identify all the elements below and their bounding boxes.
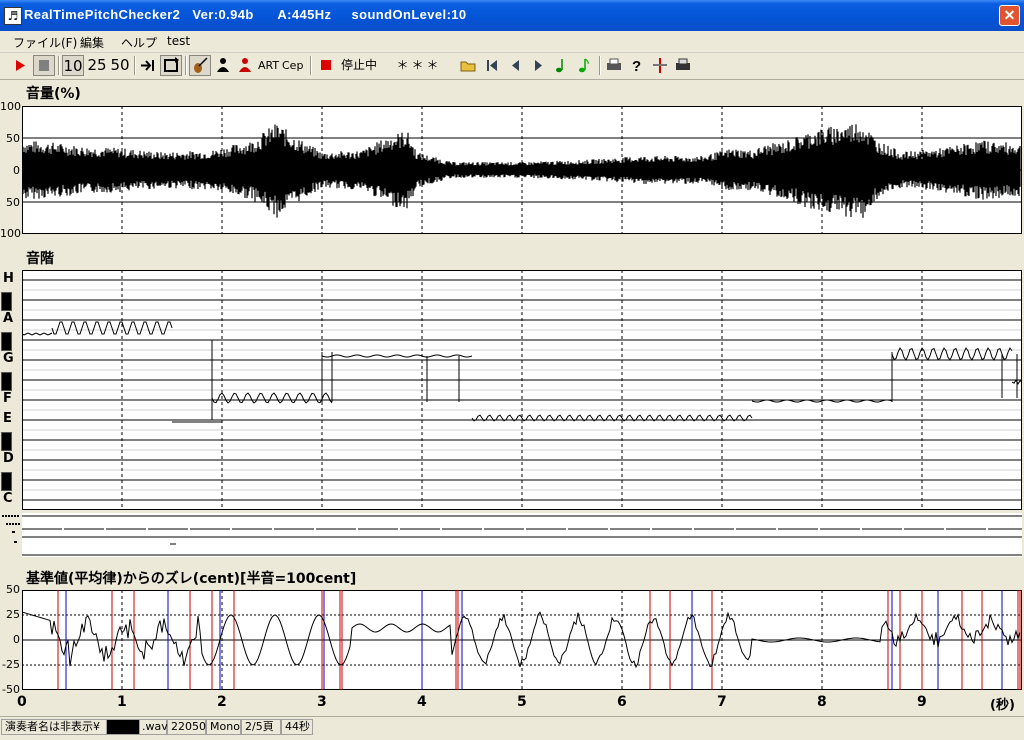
stop-icon[interactable] bbox=[33, 55, 55, 76]
time-tick-2: 2 bbox=[217, 694, 227, 710]
time-tick-6: 6 bbox=[617, 694, 627, 710]
art-button[interactable]: ART bbox=[258, 55, 279, 76]
black-key bbox=[1, 372, 12, 391]
note-label-c: C bbox=[3, 491, 13, 506]
note2-icon[interactable] bbox=[574, 55, 594, 76]
time-tick-4: 4 bbox=[417, 694, 427, 710]
skip-end-icon[interactable] bbox=[138, 55, 158, 76]
menu-edit[interactable]: 編集 bbox=[80, 34, 104, 51]
page-indicator: 2/5頁 bbox=[241, 719, 281, 735]
window-title: RealTimePitchChecker2 Ver:0.94b A:445Hz … bbox=[24, 7, 467, 22]
play-icon[interactable] bbox=[10, 55, 30, 76]
volume-tick-0: 0 bbox=[13, 164, 20, 177]
menu-bar: ファイル(F) 編集 ヘルプ test bbox=[0, 31, 1024, 53]
printer2-icon[interactable] bbox=[673, 55, 693, 76]
step-25-button[interactable]: 25 bbox=[86, 55, 108, 76]
file-extension: .wav bbox=[139, 719, 168, 735]
cep-button[interactable]: Cep bbox=[282, 55, 303, 76]
toolbar: 10 25 50 ART Cep 停止中 ＊＊＊ ? bbox=[0, 53, 1024, 80]
scale-panel-title: 音階 bbox=[26, 251, 54, 267]
folder-open-icon[interactable] bbox=[458, 55, 478, 76]
time-tick-8: 8 bbox=[817, 694, 827, 710]
person-black-icon[interactable] bbox=[213, 55, 233, 76]
filename-redacted bbox=[106, 719, 140, 735]
title-bar[interactable]: ♬ RealTimePitchChecker2 Ver:0.94b A:445H… bbox=[0, 0, 1024, 31]
status-bar: 演奏者名は非表示¥ .wav 22050 Mono 2/5頁 44秒 bbox=[0, 716, 1024, 737]
volume-tick-50-top: 50 bbox=[6, 132, 20, 145]
note-label-g: G bbox=[3, 351, 14, 366]
note-label-d: D bbox=[3, 451, 14, 466]
step-10-button[interactable]: 10 bbox=[62, 55, 84, 76]
black-key bbox=[1, 332, 12, 351]
help-icon[interactable]: ? bbox=[627, 55, 647, 76]
svg-text:?: ? bbox=[632, 58, 641, 75]
time-tick-3: 3 bbox=[317, 694, 327, 710]
deviation-tick-0: 0 bbox=[13, 633, 20, 646]
note-label-e: E bbox=[3, 411, 12, 426]
performer-field: 演奏者名は非表示¥ bbox=[1, 719, 107, 735]
onset-strip bbox=[2, 513, 1022, 557]
time-tick-5: 5 bbox=[517, 694, 527, 710]
cent-deviation-plot[interactable] bbox=[22, 590, 1022, 690]
prev-page-icon[interactable] bbox=[505, 55, 525, 76]
time-unit-label: (秒) bbox=[990, 698, 1015, 713]
volume-tick-50-bottom: 50 bbox=[6, 196, 20, 209]
violin-icon[interactable] bbox=[189, 55, 211, 76]
volume-tick-100-top: 100 bbox=[0, 100, 21, 113]
time-tick-1: 1 bbox=[117, 694, 127, 710]
loop-icon[interactable] bbox=[160, 55, 182, 76]
note-display: ＊＊＊ bbox=[388, 55, 450, 76]
duration: 44秒 bbox=[281, 719, 313, 735]
menu-test[interactable]: test bbox=[167, 34, 190, 48]
close-button[interactable]: ✕ bbox=[999, 5, 1020, 26]
volume-waveform-plot[interactable] bbox=[22, 106, 1022, 234]
black-key bbox=[1, 432, 12, 451]
note-label-a: A bbox=[3, 311, 14, 326]
time-tick-9: 9 bbox=[917, 694, 927, 710]
note-icon[interactable] bbox=[551, 55, 571, 76]
note-label-h: H bbox=[3, 271, 14, 286]
deviation-tick-25: 25 bbox=[6, 608, 20, 621]
deviation-panel-title: 基準値(平均律)からのズレ(cent)[半音=100cent] bbox=[26, 571, 357, 587]
first-page-icon[interactable] bbox=[482, 55, 502, 76]
deviation-tick-minus-25: -25 bbox=[2, 658, 20, 671]
channel-mode: Mono bbox=[206, 719, 241, 735]
print-icon[interactable] bbox=[604, 55, 624, 76]
split-icon[interactable] bbox=[650, 55, 670, 76]
volume-tick-100-bottom: 100 bbox=[0, 227, 21, 240]
black-key bbox=[1, 292, 12, 311]
person-red-icon[interactable] bbox=[235, 55, 255, 76]
menu-help[interactable]: ヘルプ bbox=[121, 34, 157, 51]
volume-panel-title: 音量(%) bbox=[26, 86, 81, 102]
status-label: 停止中 bbox=[340, 58, 377, 72]
note-label-f: F bbox=[3, 391, 12, 406]
pitch-scale-plot[interactable] bbox=[22, 270, 1022, 510]
black-key bbox=[1, 472, 12, 491]
record-icon[interactable] bbox=[316, 55, 336, 76]
step-50-button[interactable]: 50 bbox=[109, 55, 131, 76]
next-page-icon[interactable] bbox=[528, 55, 548, 76]
app-icon[interactable]: ♬ bbox=[4, 7, 22, 25]
menu-file[interactable]: ファイル(F) bbox=[13, 34, 77, 51]
deviation-tick-50: 50 bbox=[6, 583, 20, 596]
time-tick-0: 0 bbox=[17, 694, 27, 710]
sample-rate: 22050 bbox=[167, 719, 206, 735]
time-tick-7: 7 bbox=[717, 694, 727, 710]
